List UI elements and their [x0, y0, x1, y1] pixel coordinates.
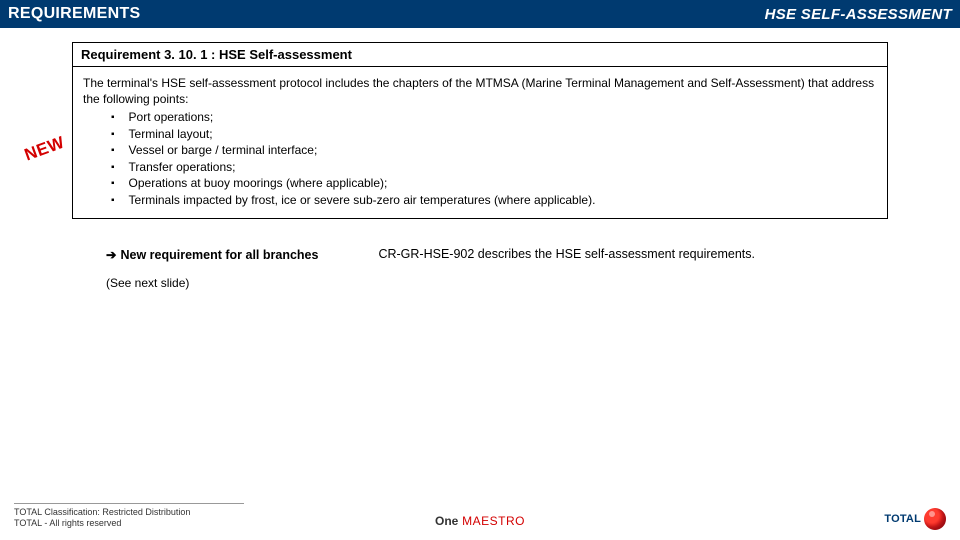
callout-row: ➔ New requirement for all branches CR-GR-…	[106, 247, 888, 262]
requirement-body: The terminal's HSE self-assessment proto…	[72, 67, 888, 219]
requirement-title: Requirement 3. 10. 1 : HSE Self-assessme…	[72, 42, 888, 67]
new-badge: NEW	[22, 133, 68, 166]
list-item: Transfer operations;	[111, 159, 877, 176]
footer-center-maestro: MAESTRO	[458, 514, 525, 528]
arrow-icon: ➔	[106, 248, 116, 262]
content-row: NEW The terminal's HSE self-assessment p…	[72, 67, 888, 219]
callout-left-text: New requirement for all branches	[120, 248, 318, 262]
footer-divider	[14, 503, 244, 504]
footer-right: TOTAL	[884, 508, 946, 530]
footer-left: TOTAL Classification: Restricted Distrib…	[14, 503, 244, 530]
list-item: Operations at buoy moorings (where appli…	[111, 175, 877, 192]
list-item: Terminals impacted by frost, ice or seve…	[111, 192, 877, 209]
footer-line1: TOTAL Classification: Restricted Distrib…	[14, 507, 244, 519]
callout-right: CR-GR-HSE-902 describes the HSE self-ass…	[378, 247, 888, 261]
brand-logo-icon	[924, 508, 946, 530]
see-next-note: (See next slide)	[106, 276, 888, 290]
footer-center-one: One	[435, 514, 458, 528]
footer: TOTAL Classification: Restricted Distrib…	[0, 503, 960, 530]
brand-text: TOTAL	[884, 513, 921, 525]
requirement-intro: The terminal's HSE self-assessment proto…	[83, 75, 877, 107]
header-title-right: HSE SELF-ASSESSMENT	[765, 6, 952, 23]
header-bar: REQUIREMENTS HSE SELF-ASSESSMENT	[0, 0, 960, 28]
header-title-left: REQUIREMENTS	[8, 5, 141, 23]
requirement-points: Port operations; Terminal layout; Vessel…	[111, 109, 877, 208]
list-item: Terminal layout;	[111, 126, 877, 143]
list-item: Port operations;	[111, 109, 877, 126]
footer-line2: TOTAL - All rights reserved	[14, 518, 244, 530]
list-item: Vessel or barge / terminal interface;	[111, 142, 877, 159]
callout-left: ➔ New requirement for all branches	[106, 247, 318, 262]
footer-center-brand: One MAESTRO	[435, 514, 525, 528]
